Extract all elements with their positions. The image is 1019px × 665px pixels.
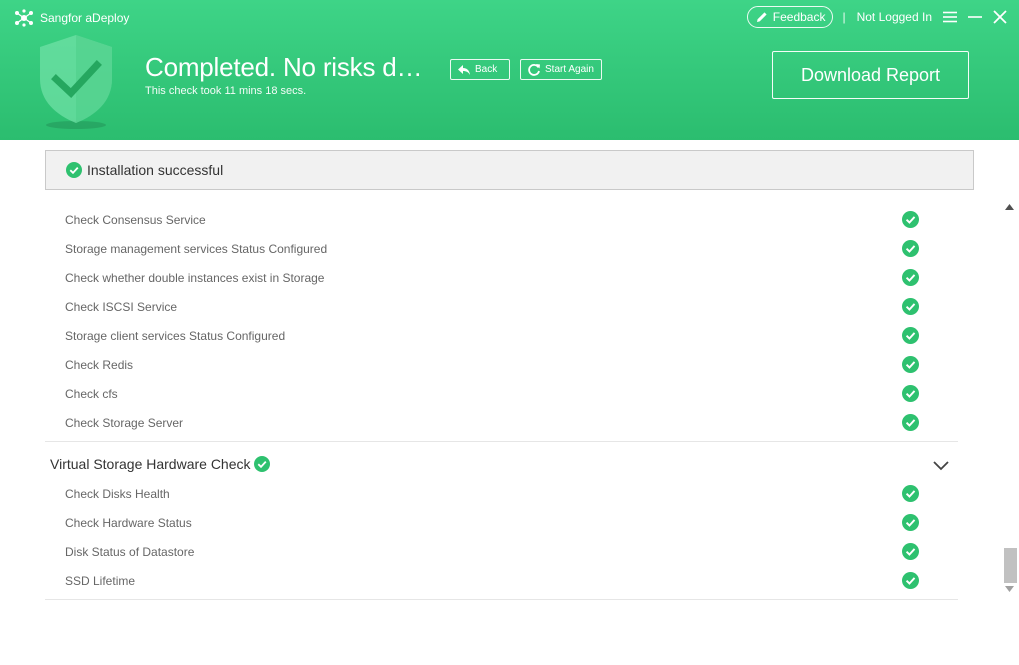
top-right-controls: Feedback | Not Logged In [746,6,1007,28]
back-arrow-icon [458,64,470,75]
check-passed-icon [902,327,919,344]
login-status[interactable]: Not Logged In [857,10,932,24]
check-item-label: Check cfs [65,387,118,401]
sangfor-logo-icon [15,9,33,27]
check-item-label: Check Hardware Status [65,516,192,530]
check-item-label: Check Storage Server [65,416,184,430]
section-header-hardware[interactable]: Virtual Storage Hardware Check [50,455,270,473]
check-passed-icon [902,269,919,286]
check-circle-icon [253,456,270,472]
check-passed-icon [902,572,919,589]
feedback-label: Feedback [772,10,826,24]
chevron-down-icon[interactable] [932,459,950,471]
result-header: Sangfor aDeploy Feedback | Not Logged In… [0,0,1019,140]
check-item-label: Check Redis [65,358,134,372]
feedback-button[interactable]: Feedback [746,6,834,28]
menu-icon[interactable] [943,11,957,23]
section-title: Virtual Storage Hardware Check [50,456,251,472]
check-passed-icon [902,356,919,373]
check-passed-icon [902,385,919,402]
vertical-scrollbar[interactable] [1002,200,1017,600]
check-item-label: Check Disks Health [65,487,170,501]
check-item-label: Check ISCSI Service [65,300,178,314]
pencil-icon [756,12,767,22]
check-item-label: SSD Lifetime [65,574,136,588]
check-passed-icon [902,485,919,502]
check-passed-icon [902,414,919,431]
installation-status-text: Installation successful [87,162,224,178]
check-passed-icon [902,543,919,560]
shield-check-icon [40,35,112,129]
close-icon[interactable] [993,10,1007,24]
separator: | [842,10,846,24]
back-label: Back [475,64,498,75]
start-again-button[interactable]: Start Again [520,59,602,80]
scroll-up-arrow-icon[interactable] [1005,204,1014,210]
check-item-label: Disk Status of Datastore [65,545,195,559]
start-again-label: Start Again [545,64,594,75]
refresh-icon [528,63,540,76]
scroll-down-arrow-icon[interactable] [1005,586,1014,592]
check-item-label: Storage management services Status Confi… [65,242,328,256]
check-duration: This check took 11 mins 18 secs. [145,85,307,97]
check-item-label: Check whether double instances exist in … [65,271,325,285]
check-passed-icon [902,240,919,257]
check-circle-icon [66,162,82,178]
check-item-label: Storage client services Status Configure… [65,329,286,343]
download-report-button[interactable]: Download Report [772,51,969,99]
app-brand: Sangfor aDeploy [14,9,129,27]
minimize-icon[interactable] [968,11,982,23]
check-passed-icon [902,211,919,228]
section-divider [45,441,958,442]
installation-status-bar: Installation successful [45,150,974,190]
check-passed-icon [902,298,919,315]
result-title: Completed. No risks d… [145,52,423,82]
check-item-label: Check Consensus Service [65,213,206,227]
check-passed-icon [902,514,919,531]
back-button[interactable]: Back [450,59,510,80]
app-name: Sangfor aDeploy [40,11,130,25]
section-divider [45,599,958,600]
scrollbar-thumb[interactable] [1004,548,1017,583]
